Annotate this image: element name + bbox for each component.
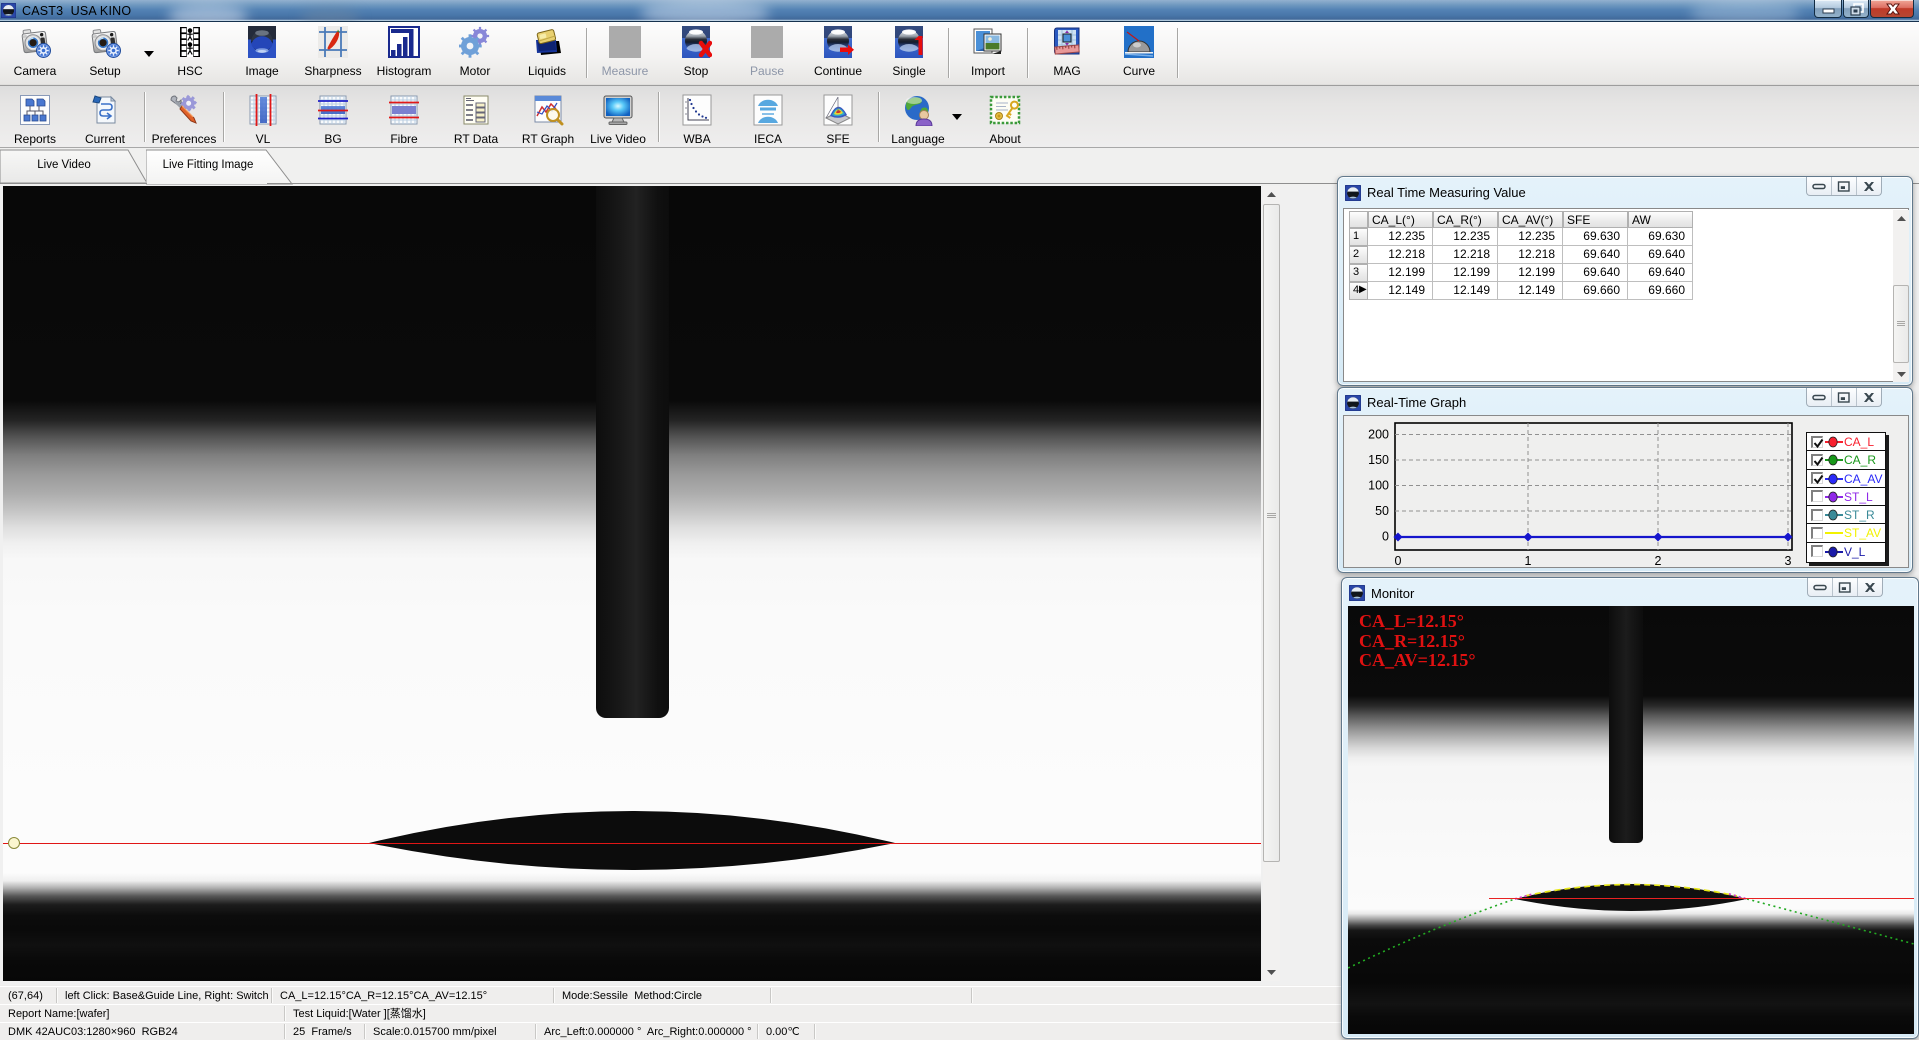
svg-text:0: 0 <box>1395 554 1402 567</box>
svg-text:150: 150 <box>1368 453 1389 467</box>
svg-text:3: 3 <box>1785 554 1792 567</box>
svg-text:1: 1 <box>1525 554 1532 567</box>
svg-text:50: 50 <box>1375 504 1389 518</box>
svg-text:200: 200 <box>1368 428 1389 442</box>
svg-text:2: 2 <box>1655 554 1662 567</box>
svg-text:100: 100 <box>1368 479 1389 493</box>
svg-text:0: 0 <box>1382 530 1389 544</box>
